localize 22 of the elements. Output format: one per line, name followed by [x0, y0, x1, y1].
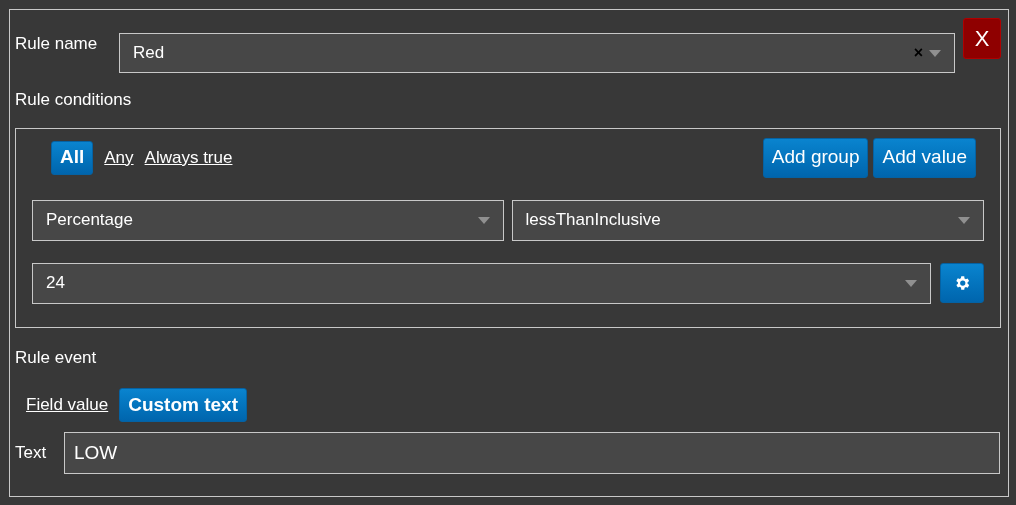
- field-label: Text: [15, 442, 48, 465]
- close-button[interactable]: X: [963, 18, 1001, 59]
- text-field[interactable]: LOW: [64, 432, 1000, 474]
- section-label: Rule event: [15, 346, 98, 369]
- field-select[interactable]: Percentage: [32, 199, 504, 241]
- operator-select[interactable]: lessThanInclusive: [511, 199, 984, 241]
- dropdown-caret-icon[interactable]: [477, 216, 490, 224]
- dropdown-caret-icon[interactable]: [958, 216, 970, 224]
- section-label: Rule conditions: [15, 89, 133, 111]
- field-label: Rule name: [15, 33, 99, 55]
- mode-link[interactable]: Field value: [26, 392, 109, 418]
- add-button[interactable]: Add group: [762, 137, 869, 178]
- mode-link[interactable]: Always true: [144, 144, 233, 171]
- value-select[interactable]: 24: [32, 262, 931, 304]
- dropdown-caret-icon[interactable]: [905, 279, 917, 287]
- mode-button[interactable]: Custom text: [119, 388, 247, 422]
- add-button[interactable]: Add value: [873, 137, 976, 178]
- dropdown-caret-icon[interactable]: [929, 49, 941, 57]
- mode-link[interactable]: Any: [104, 144, 134, 171]
- name-select[interactable]: Red ×: [119, 33, 955, 73]
- mode-button[interactable]: All: [51, 140, 94, 175]
- settings-button[interactable]: [940, 262, 984, 303]
